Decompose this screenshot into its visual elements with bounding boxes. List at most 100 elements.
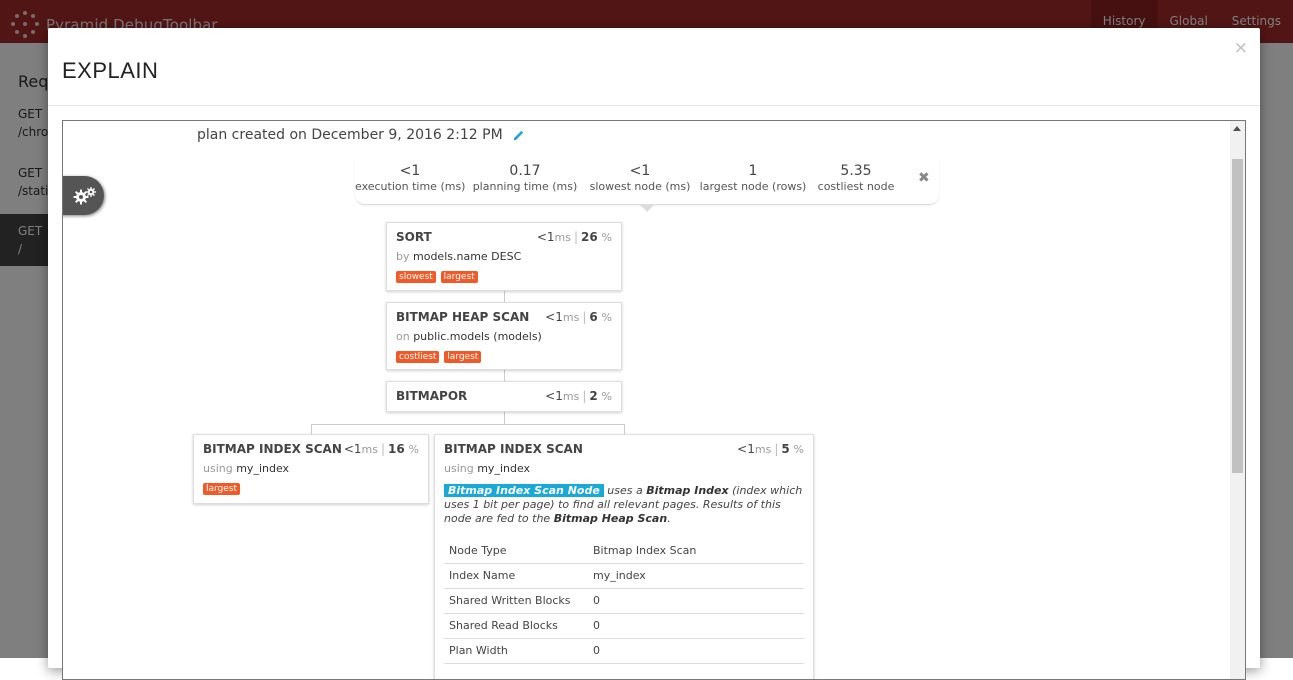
node-detail-keyword: using — [444, 462, 474, 475]
node-detail: by models.name DESC — [396, 250, 612, 263]
prop-value: my_index — [588, 563, 804, 589]
plan-node-bitmap-index-scan[interactable]: BITMAP INDEX SCAN <1ms | 16 % using my_ind… — [193, 434, 429, 504]
tree-connector — [504, 370, 505, 381]
prop-key: Plan Width — [444, 638, 588, 664]
close-icon[interactable]: × — [1234, 38, 1248, 58]
node-type-highlight: Bitmap Index Scan Node — [444, 484, 604, 497]
table-row: Index Name my_index — [444, 563, 804, 589]
explain-modal: EXPLAIN × plan created on December 9, 20… — [48, 28, 1260, 680]
node-detail: using my_index — [203, 462, 419, 475]
node-percent-unit: % — [408, 443, 419, 456]
desc-bold: Bitmap Index — [646, 484, 729, 497]
prop-value: 0 — [588, 613, 804, 639]
stat-planning-time: 0.17 planning time (ms) — [467, 163, 583, 193]
prop-value: 0 — [588, 638, 804, 664]
table-row: Shared Written Blocks 0 — [444, 588, 804, 614]
tag-costliest: costliest — [396, 351, 440, 363]
node-percent-unit: % — [601, 311, 612, 324]
caret-down-icon — [640, 205, 654, 212]
prop-key: Index Name — [444, 563, 588, 589]
node-detail-keyword: on — [396, 330, 410, 343]
desc-text: uses a — [603, 484, 647, 497]
node-time: <1 — [545, 389, 563, 403]
stat-value: <1 — [629, 163, 651, 179]
node-time-unit: ms — [562, 311, 580, 324]
stat-costliest-node: 5.35 costliest node — [811, 163, 901, 193]
tag-largest: largest — [203, 483, 241, 495]
plan-created: plan created on December 9, 2016 2:12 PM — [197, 127, 525, 143]
prop-key: Node Type — [444, 538, 588, 564]
node-detail-value: public.models (models) — [413, 330, 542, 343]
table-row: Node Type Bitmap Index Scan — [444, 538, 804, 564]
node-detail: using my_index — [444, 462, 804, 475]
gears-icon — [73, 186, 96, 204]
stat-label: costliest node — [817, 180, 895, 193]
node-time: <1 — [343, 442, 362, 456]
stat-value: 5.35 — [840, 163, 872, 179]
plan-created-label: plan created on December 9, 2016 2:12 PM — [197, 127, 503, 143]
stat-value: 1 — [748, 163, 758, 179]
desc-bold: Bitmap Heap Scan — [553, 512, 668, 525]
node-time-unit: ms — [562, 390, 580, 403]
node-metrics: <1ms | 26 % — [536, 230, 612, 244]
pencil-icon[interactable] — [512, 129, 525, 142]
plan-stats: <1 execution time (ms) 0.17 planning tim… — [355, 157, 939, 205]
scrollbar[interactable] — [1230, 121, 1245, 679]
node-percent-unit: % — [793, 443, 804, 456]
node-title: SORT — [396, 230, 432, 244]
node-time-unit: ms — [361, 443, 378, 456]
node-time: <1 — [737, 442, 755, 456]
node-metrics: <1ms | 16 % — [343, 442, 419, 456]
node-description: Bitmap Index Scan Node uses a Bitmap Ind… — [444, 484, 804, 526]
node-title: BITMAP INDEX SCAN — [444, 442, 583, 456]
node-detail-keyword: by — [396, 250, 410, 263]
plan-node-bitmap-heap-scan[interactable]: BITMAP HEAP SCAN <1ms | 6 % on public.mode… — [386, 302, 622, 370]
node-title: BITMAPOR — [396, 389, 468, 403]
prop-value: 0 — [588, 588, 804, 614]
modal-header: EXPLAIN × — [48, 28, 1260, 106]
tag-largest: largest — [444, 351, 482, 363]
node-percent: 26 — [581, 230, 598, 244]
plan-visualizer-frame[interactable]: plan created on December 9, 2016 2:12 PM — [62, 120, 1246, 680]
tag-slowest: slowest — [396, 271, 436, 283]
plan-node-sort[interactable]: SORT <1ms | 26 % by models.name DESC slowe… — [386, 222, 622, 291]
node-percent-unit: % — [601, 390, 612, 403]
stat-slowest-node: <1 slowest node (ms) — [585, 163, 695, 193]
node-metrics: <1ms | 6 % — [545, 310, 612, 324]
node-time-unit: ms — [554, 231, 571, 244]
scroll-thumb[interactable] — [1232, 159, 1243, 473]
plan-node-bitmapor[interactable]: BITMAPOR <1ms | 2 % — [386, 381, 622, 412]
node-percent: 16 — [388, 442, 405, 456]
prop-value: Bitmap Index Scan — [588, 538, 804, 564]
desc-text: . — [667, 512, 671, 525]
stat-value: 0.17 — [509, 163, 541, 179]
stat-value: <1 — [399, 163, 421, 179]
node-metrics: <1ms | 5 % — [737, 442, 804, 456]
node-percent: 6 — [589, 310, 598, 324]
table-row: Shared Read Blocks 0 — [444, 613, 804, 639]
node-time: <1 — [545, 310, 563, 324]
scroll-up-icon[interactable] — [1233, 126, 1241, 131]
node-percent-unit: % — [601, 231, 612, 244]
tree-connector — [311, 424, 312, 434]
modal-title: EXPLAIN — [62, 58, 159, 83]
node-properties-table: Node Type Bitmap Index Scan Index Name my_… — [444, 538, 804, 664]
stat-label: largest node (rows) — [699, 180, 807, 193]
node-detail: on public.models (models) — [396, 330, 612, 343]
stat-execution-time: <1 execution time (ms) — [355, 163, 465, 193]
tree-connector — [311, 424, 625, 425]
stat-label: slowest node (ms) — [589, 180, 691, 193]
node-detail-value: models.name DESC — [413, 250, 522, 263]
stat-label: execution time (ms) — [355, 180, 466, 193]
tree-connector — [624, 424, 625, 434]
table-row: Plan Width 0 — [444, 638, 804, 664]
node-title: BITMAP HEAP SCAN — [396, 310, 530, 324]
node-metrics: <1ms | 2 % — [545, 389, 612, 403]
settings-tab[interactable] — [63, 176, 104, 215]
plan-node-bitmap-index-scan-expanded[interactable]: BITMAP INDEX SCAN <1ms | 5 % using my_inde… — [434, 434, 814, 679]
prop-key: Shared Written Blocks — [444, 588, 588, 614]
close-stats-icon[interactable]: ✖ — [918, 170, 930, 186]
node-time-unit: ms — [754, 443, 772, 456]
node-detail-value: my_index — [477, 462, 531, 475]
node-percent: 2 — [589, 389, 598, 403]
